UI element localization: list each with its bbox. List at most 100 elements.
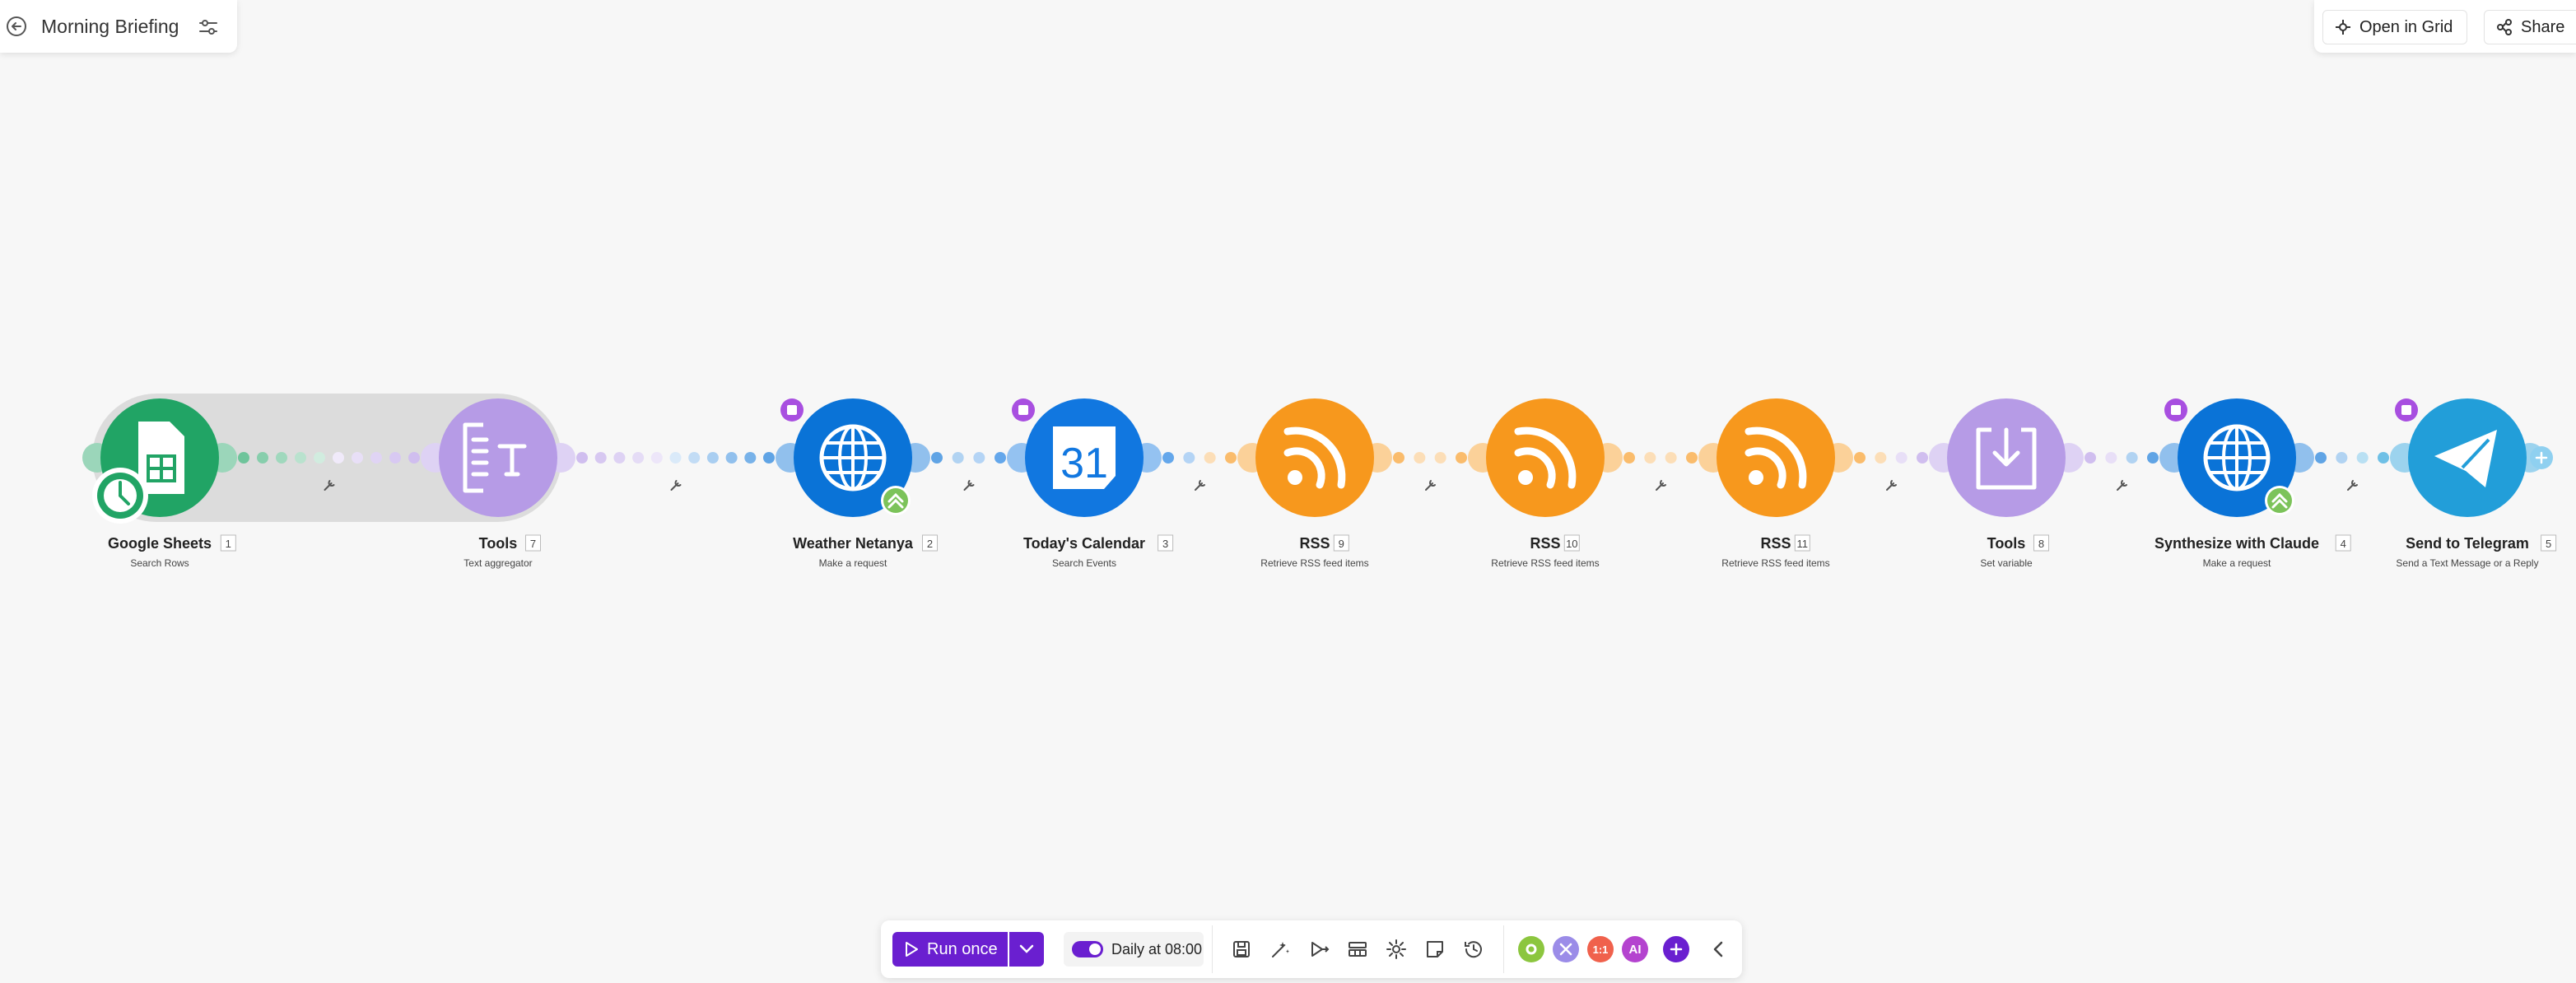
auto-align-icon[interactable] bbox=[1269, 938, 1292, 961]
wrench-icon[interactable] bbox=[2117, 480, 2127, 491]
module-action: Search Events bbox=[1052, 557, 1116, 569]
connector-dot bbox=[688, 452, 701, 464]
module-action: Retrieve RSS feed items bbox=[1260, 557, 1368, 569]
wrench-icon[interactable] bbox=[1425, 480, 1436, 491]
module-tools-8[interactable]: Tools 8 Set variable bbox=[1929, 398, 2084, 569]
add-module-button[interactable] bbox=[1663, 936, 1689, 962]
module-today-s-calendar-3[interactable]: 31 Today's Calendar 3 Search Events bbox=[1007, 398, 1174, 569]
wrench-icon[interactable] bbox=[963, 480, 975, 491]
connector[interactable] bbox=[2315, 452, 2389, 491]
calendar-icon: 31 bbox=[1053, 426, 1116, 489]
connector[interactable] bbox=[931, 452, 1006, 491]
ai-badge-icon[interactable]: AI bbox=[1622, 936, 1648, 962]
connector-dot bbox=[333, 452, 344, 464]
module-rss-9[interactable]: RSS 9 Retrieve RSS feed items bbox=[1237, 398, 1392, 569]
connector[interactable] bbox=[2085, 452, 2159, 491]
schedule-label: Daily at 08:00 bbox=[1111, 940, 1203, 957]
notes-icon[interactable] bbox=[1423, 938, 1446, 961]
clock-trigger-icon[interactable] bbox=[92, 468, 148, 524]
module-id: 8 bbox=[2038, 538, 2044, 550]
wrench-cross-icon bbox=[1559, 943, 1572, 956]
module-name: Google Sheets bbox=[108, 535, 212, 552]
module-rss-10[interactable]: RSS 10 Retrieve RSS feed items bbox=[1468, 398, 1623, 569]
note-icon[interactable] bbox=[2395, 398, 2418, 422]
connector[interactable] bbox=[1623, 452, 1698, 491]
wrench-icon[interactable] bbox=[1656, 480, 1666, 491]
connector-dot bbox=[1854, 452, 1866, 464]
module-name: RSS bbox=[1760, 535, 1791, 552]
connector-dot bbox=[576, 452, 588, 464]
connector[interactable] bbox=[1393, 452, 1467, 491]
layout-icon[interactable] bbox=[1346, 938, 1369, 961]
connector-dot bbox=[1414, 452, 1426, 464]
module-id: 11 bbox=[1797, 538, 1809, 550]
save-icon[interactable] bbox=[1230, 938, 1253, 961]
module-weather-netanya-2[interactable]: Weather Netanya 2 Make a request bbox=[776, 398, 938, 569]
module-id: 5 bbox=[2546, 538, 2551, 550]
connector-dot bbox=[1644, 452, 1656, 464]
module-action: Set variable bbox=[1980, 557, 2033, 569]
plus-icon bbox=[1670, 943, 1683, 956]
connector[interactable] bbox=[1162, 452, 1237, 491]
connector-dot bbox=[276, 452, 287, 464]
connector-dot bbox=[1917, 452, 1928, 464]
explain-flow-icon[interactable] bbox=[1307, 938, 1330, 961]
connector-dot bbox=[1393, 452, 1404, 464]
connector-dot bbox=[995, 452, 1006, 464]
connector-dot bbox=[1434, 452, 1446, 464]
connector[interactable] bbox=[576, 452, 775, 491]
connector-dot bbox=[352, 452, 363, 464]
run-once-button[interactable]: Run once bbox=[892, 932, 1008, 967]
wrench-icon[interactable] bbox=[670, 480, 682, 491]
flow-badge-icon[interactable]: 1:1 bbox=[1587, 936, 1614, 962]
connector-dot bbox=[952, 452, 964, 464]
note-icon[interactable] bbox=[2164, 398, 2187, 422]
connector[interactable] bbox=[1854, 452, 1928, 491]
connector-dot bbox=[2315, 452, 2327, 464]
scenario-canvas[interactable]: Google Sheets 1 Search Rows Tools 7 Text aggr… bbox=[0, 0, 2576, 983]
module-synthesize-with-claude-4[interactable]: Synthesize with Claude 4 Make a request bbox=[2154, 398, 2351, 569]
add-next-module-button[interactable] bbox=[2530, 446, 2553, 469]
module-id: 1 bbox=[226, 538, 231, 550]
module-bubble[interactable] bbox=[439, 398, 557, 517]
module-id: 9 bbox=[1339, 538, 1344, 550]
module-id: 3 bbox=[1162, 538, 1168, 550]
module-rss-11[interactable]: RSS 11 Retrieve RSS feed items bbox=[1698, 398, 1853, 569]
connector-dot bbox=[238, 452, 249, 464]
connector-dot bbox=[1623, 452, 1635, 464]
note-icon[interactable] bbox=[1012, 398, 1035, 422]
module-send-to-telegram-5[interactable]: Send to Telegram 5 Send a Text Message or … bbox=[2390, 398, 2557, 569]
wrench-icon[interactable] bbox=[1195, 480, 1205, 491]
connector-dot bbox=[389, 452, 401, 464]
module-name: Send to Telegram bbox=[2406, 535, 2529, 552]
gear-badge-icon[interactable] bbox=[1518, 936, 1544, 962]
connector-dot bbox=[370, 452, 382, 464]
module-action: Send a Text Message or a Reply bbox=[2396, 557, 2538, 569]
connector-dot bbox=[1665, 452, 1677, 464]
schedule-setting[interactable]: Daily at 08:00 bbox=[1064, 932, 1204, 967]
schedule-toggle[interactable] bbox=[1072, 941, 1103, 957]
connector-dot bbox=[632, 452, 645, 464]
connector-dot bbox=[706, 452, 719, 464]
chevron-left-icon[interactable] bbox=[1707, 938, 1731, 961]
tools-badge-icon[interactable] bbox=[1553, 936, 1579, 962]
wrench-icon[interactable] bbox=[1886, 480, 1897, 491]
module-name: Tools bbox=[1987, 535, 2026, 552]
connector-dot bbox=[1225, 452, 1237, 464]
connector-dot bbox=[650, 452, 663, 464]
run-options-dropdown[interactable] bbox=[1009, 932, 1044, 967]
play-icon bbox=[906, 942, 918, 957]
note-icon[interactable] bbox=[780, 398, 804, 422]
history-icon[interactable] bbox=[1462, 938, 1485, 961]
globe-icon bbox=[819, 424, 887, 492]
wrench-icon[interactable] bbox=[2347, 480, 2358, 491]
module-name: RSS bbox=[1530, 535, 1560, 552]
connector-dot bbox=[1686, 452, 1698, 464]
module-action: Retrieve RSS feed items bbox=[1491, 557, 1599, 569]
ai-badge-text: AI bbox=[1628, 942, 1642, 957]
connector-dot bbox=[1875, 452, 1887, 464]
settings-icon[interactable] bbox=[1385, 938, 1408, 961]
module-name: RSS bbox=[1299, 535, 1330, 552]
chevrons-up-icon bbox=[2265, 486, 2294, 515]
connector-dot bbox=[725, 452, 738, 464]
